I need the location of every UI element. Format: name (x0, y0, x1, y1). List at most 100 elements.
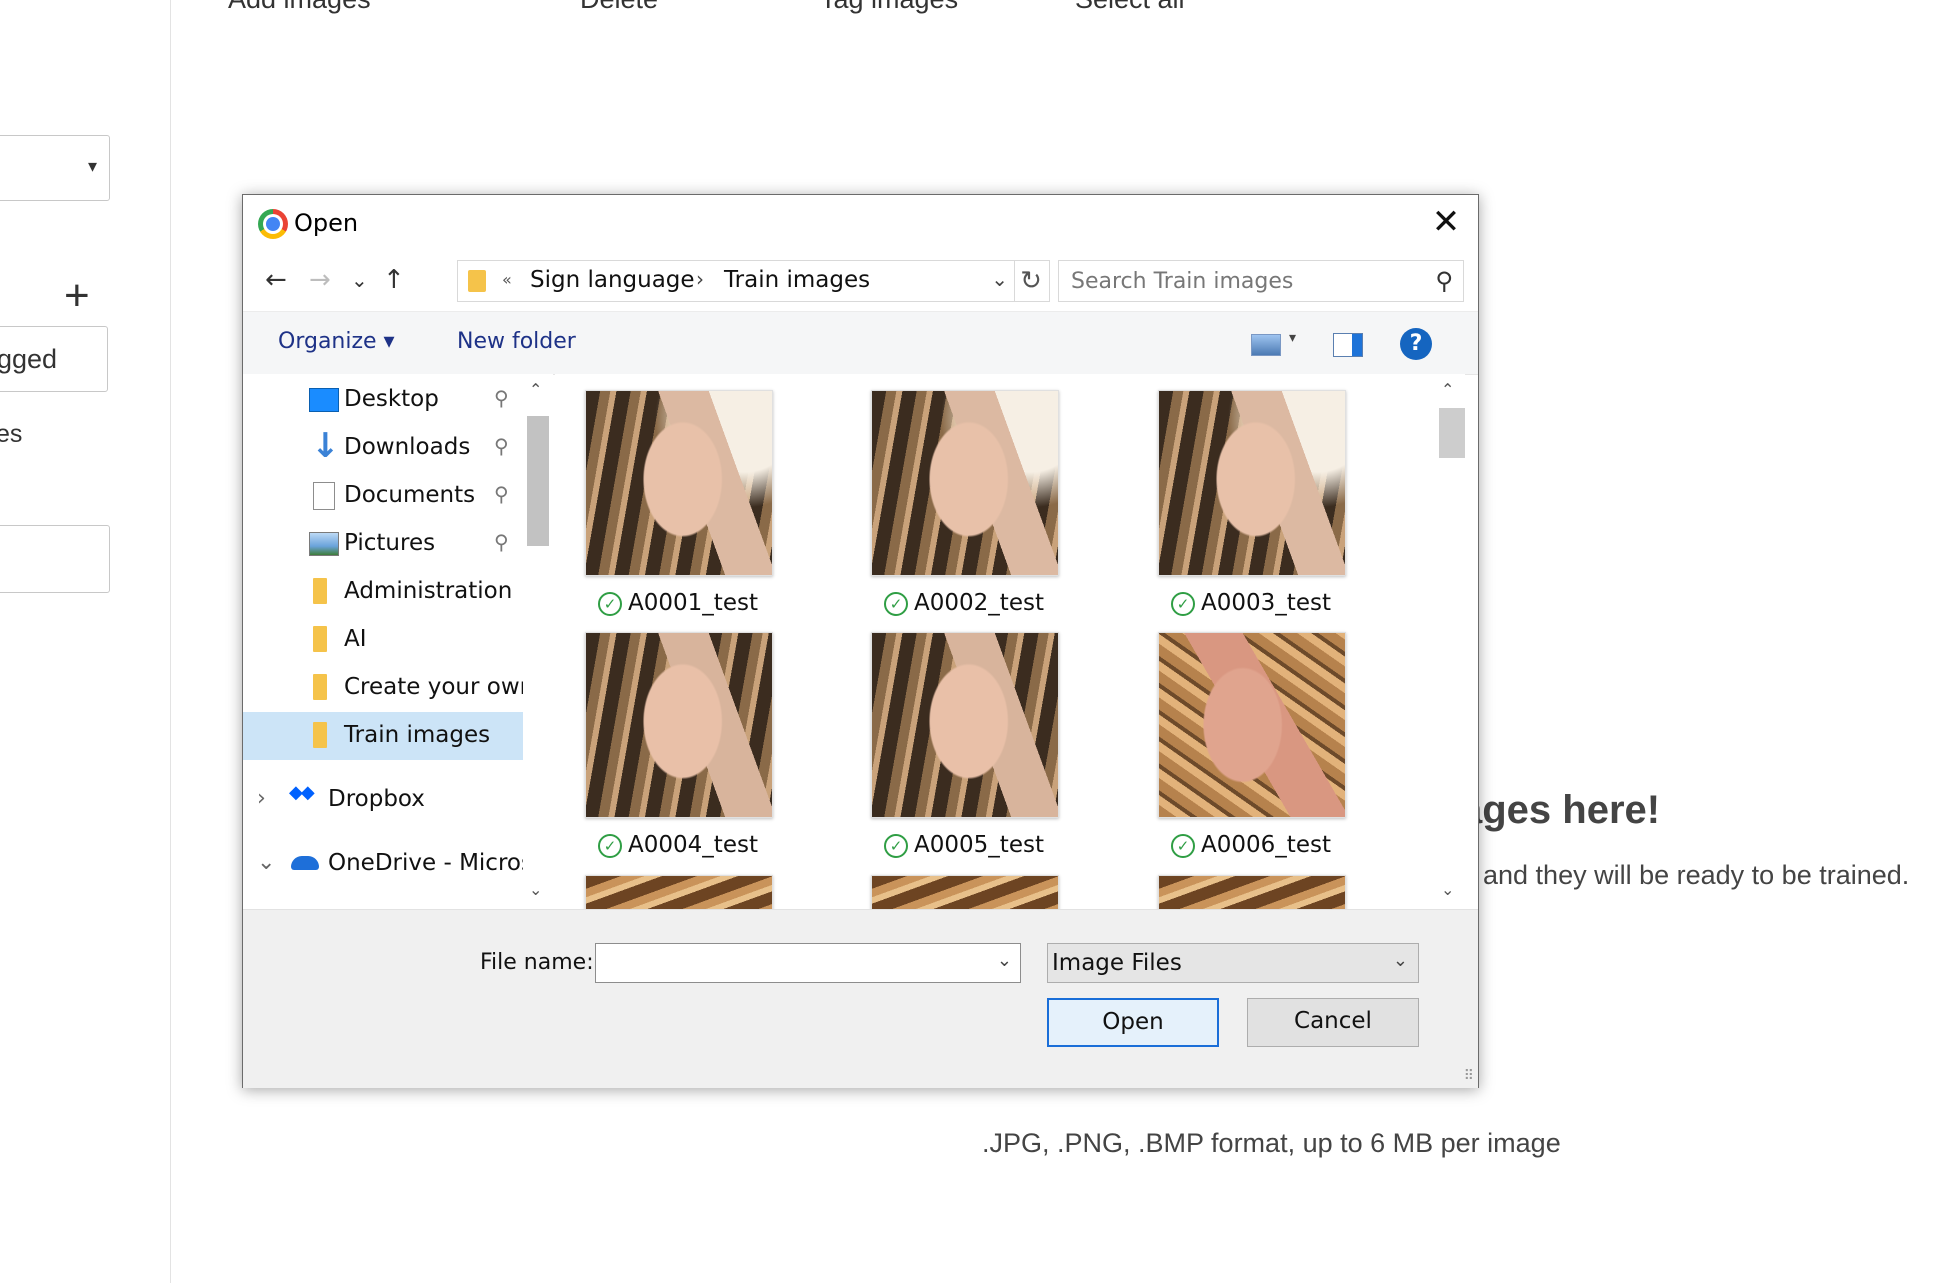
tree-item-documents[interactable]: Documents ⚲ (243, 472, 523, 520)
file-thumbnail[interactable] (1158, 632, 1346, 818)
tree-item-desktop[interactable]: Desktop ⚲ (243, 376, 523, 424)
file-name-input[interactable] (602, 948, 986, 980)
command-bar: Organize ▾ New folder ▾ ? (243, 311, 1478, 375)
format-note: .JPG, .PNG, .BMP format, up to 6 MB per … (982, 1128, 1561, 1158)
tree-item-create-your-own[interactable]: Create your own (243, 664, 523, 712)
resize-grip-icon[interactable]: ⠿ (1464, 1068, 1474, 1084)
pictures-icon (309, 532, 339, 556)
file-thumbnail[interactable] (1158, 390, 1346, 576)
close-button[interactable]: ✕ (1414, 195, 1478, 251)
recent-locations-icon[interactable]: ⌄ (351, 265, 368, 295)
file-thumbnail[interactable] (871, 875, 1059, 909)
file-caption[interactable]: ✓ A0001_test (563, 590, 793, 616)
file-name-combobox[interactable]: ⌄ (595, 943, 1021, 983)
check-circle-icon: ✓ (598, 834, 623, 858)
file-caption[interactable]: ✓ A0004_test (563, 832, 793, 858)
scroll-down-icon[interactable]: ⌄ (529, 880, 542, 899)
forward-arrow-icon[interactable]: → (309, 265, 331, 295)
file-name: A0006_test (1201, 832, 1331, 858)
tree-item-ai[interactable]: AI (243, 616, 523, 664)
tree-item-administration[interactable]: Administration (243, 568, 523, 616)
tree-item-label: Train images (344, 722, 491, 748)
file-thumbnail[interactable] (585, 632, 773, 818)
breadcrumb-train-images[interactable]: Train images (724, 267, 870, 293)
address-bar[interactable]: « Sign language › Train images ⌄ (457, 260, 1015, 302)
scroll-thumb[interactable] (1439, 408, 1465, 458)
tagged-filter[interactable]: gged (0, 326, 108, 392)
view-options-caret-icon[interactable]: ▾ (1289, 330, 1296, 346)
help-icon[interactable]: ? (1400, 328, 1432, 360)
pin-icon[interactable]: ⚲ (494, 482, 509, 506)
organize-menu[interactable]: Organize ▾ (278, 329, 395, 354)
file-grid-scrollbar[interactable]: ⌃ ⌄ (1435, 374, 1465, 909)
chrome-logo-icon (258, 209, 288, 239)
delete-button[interactable]: Delete (580, 0, 658, 15)
project-dropdown[interactable]: ▾ (0, 135, 110, 201)
breadcrumb-sign-language[interactable]: Sign language (530, 267, 695, 293)
search-icon[interactable]: ⚲ (1435, 267, 1453, 295)
dropbox-icon (289, 782, 319, 810)
file-thumbnail[interactable] (585, 875, 773, 909)
tree-item-dropbox[interactable]: › Dropbox (243, 776, 523, 824)
new-folder-button[interactable]: New folder (457, 329, 576, 354)
check-circle-icon: ✓ (1171, 592, 1196, 616)
pin-icon[interactable]: ⚲ (494, 530, 509, 554)
cancel-button[interactable]: Cancel (1247, 998, 1419, 1047)
up-arrow-icon[interactable]: ↑ (383, 265, 405, 295)
pin-icon[interactable]: ⚲ (494, 434, 509, 458)
file-caption[interactable]: ✓ A0006_test (1136, 832, 1366, 858)
refresh-icon[interactable]: ↻ (1013, 260, 1050, 302)
back-arrow-icon[interactable]: ← (265, 265, 287, 295)
tree-item-downloads[interactable]: Downloads ⚲ (243, 424, 523, 472)
file-type-select[interactable]: Image Files ⌄ (1047, 943, 1419, 983)
tree-item-label: Pictures (344, 530, 436, 556)
dialog-footer: File name: ⌄ Image Files ⌄ Open Cancel ⠿ (243, 909, 1478, 1088)
chevron-down-icon[interactable]: ⌄ (991, 267, 1008, 291)
open-file-dialog: Open ✕ ← → ⌄ ↑ « Sign language › Train i… (242, 194, 1479, 1088)
file-caption[interactable]: ✓ A0003_test (1136, 590, 1366, 616)
chevron-right-icon[interactable]: › (257, 786, 266, 811)
file-thumbnail[interactable] (871, 632, 1059, 818)
tree-item-label: Dropbox (328, 786, 425, 812)
scroll-down-icon[interactable]: ⌄ (1441, 880, 1454, 899)
tree-item-label: Documents (344, 482, 476, 508)
file-name: A0002_test (914, 590, 1044, 616)
chevron-down-icon[interactable]: ⌄ (257, 850, 275, 875)
file-name-label: File name: (480, 950, 594, 975)
navigation-row: ← → ⌄ ↑ « Sign language › Train images ⌄… (243, 251, 1478, 311)
file-thumbnail[interactable] (585, 390, 773, 576)
add-tag-button[interactable]: + (64, 274, 90, 318)
filter-box[interactable] (0, 525, 110, 593)
file-thumbnail[interactable] (1158, 875, 1346, 909)
preview-pane-icon[interactable] (1333, 333, 1363, 357)
chevron-down-icon: ▾ (87, 156, 97, 176)
change-view-icon[interactable] (1251, 334, 1281, 356)
chevron-down-icon[interactable]: ⌄ (997, 950, 1012, 971)
upload-subtext: and they will be ready to be trained. (1483, 860, 1910, 890)
dialog-titlebar[interactable]: Open ✕ (243, 195, 1478, 251)
tree-item-train-images[interactable]: Train images (243, 712, 523, 760)
tree-item-label: Downloads (344, 434, 471, 460)
downloads-icon (309, 426, 340, 466)
tree-item-onedrive[interactable]: ⌄ OneDrive - Micros (243, 840, 523, 888)
file-caption[interactable]: ✓ A0005_test (849, 832, 1079, 858)
tree-item-label: Desktop (344, 386, 439, 412)
scroll-up-icon[interactable]: ⌃ (1441, 380, 1454, 399)
nav-scrollbar[interactable]: ⌃ ⌄ (523, 374, 553, 909)
folder-icon (313, 578, 327, 604)
open-button[interactable]: Open (1047, 998, 1219, 1047)
search-input[interactable] (1069, 265, 1403, 297)
pin-icon[interactable]: ⚲ (494, 386, 509, 410)
upload-heading: ages here! (1460, 788, 1661, 832)
breadcrumb-separator-icon[interactable]: › (696, 267, 704, 291)
add-images-button[interactable]: Add images (228, 0, 371, 15)
scroll-thumb[interactable] (527, 416, 549, 546)
tree-item-pictures[interactable]: Pictures ⚲ (243, 520, 523, 568)
tag-images-button[interactable]: Tag images (820, 0, 958, 15)
select-all-button[interactable]: Select all (1075, 0, 1185, 15)
scroll-up-icon[interactable]: ⌃ (529, 380, 542, 399)
breadcrumb-overflow-icon[interactable]: « (502, 270, 512, 289)
file-thumbnail[interactable] (871, 390, 1059, 576)
file-caption[interactable]: ✓ A0002_test (849, 590, 1079, 616)
search-box[interactable]: ⚲ (1058, 260, 1464, 302)
